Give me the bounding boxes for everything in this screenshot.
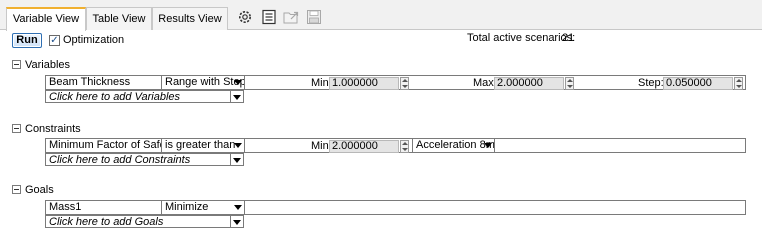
chevron-down-icon: [484, 143, 492, 148]
constraints-collapse-icon[interactable]: [12, 124, 21, 133]
chevron-down-icon: [233, 220, 241, 225]
chevron-down-icon: [233, 95, 241, 100]
tab-table-view[interactable]: Table View: [86, 7, 152, 30]
total-active-value: 21: [562, 32, 575, 44]
variables-collapse-icon[interactable]: [12, 60, 21, 69]
add-goal-row[interactable]: Click here to add Goals: [45, 215, 244, 228]
chevron-down-icon: [234, 205, 242, 210]
goal-row: Mass1 Minimize: [45, 200, 746, 215]
goals-header: Goals: [25, 184, 54, 196]
variables-header: Variables: [25, 59, 71, 71]
variable-min-field[interactable]: 1.000000: [329, 77, 399, 90]
goals-collapse-icon[interactable]: [12, 185, 21, 194]
add-constraint-row[interactable]: Click here to add Constraints: [45, 153, 244, 166]
add-constraint-label: Click here to add Constraints: [46, 154, 231, 165]
variable-step-field[interactable]: 0.050000: [663, 77, 733, 90]
goal-type-select[interactable]: Minimize: [162, 201, 245, 214]
export-icon[interactable]: [283, 8, 301, 26]
list-icon[interactable]: [260, 8, 278, 26]
add-variable-label: Click here to add Variables: [46, 91, 231, 102]
variable-step-spinner[interactable]: [734, 77, 743, 90]
chevron-down-icon: [233, 158, 241, 163]
tab-results-view[interactable]: Results View: [152, 7, 228, 30]
variable-type-select[interactable]: Range with Step: [162, 76, 245, 89]
gear-icon[interactable]: [236, 8, 254, 26]
constraints-header: Constraints: [25, 123, 81, 135]
optimization-label: Optimization: [63, 34, 125, 46]
optimization-checkbox[interactable]: ✓: [49, 35, 60, 46]
chevron-down-icon: [234, 80, 242, 85]
variable-type-value: Range with Step: [165, 76, 245, 88]
goal-type-value: Minimize: [165, 201, 209, 213]
constraint-min-field[interactable]: 2.000000: [329, 140, 399, 153]
run-button[interactable]: Run: [12, 33, 42, 48]
variable-name[interactable]: Beam Thickness: [46, 76, 162, 89]
variable-step-label: Step:: [638, 77, 664, 89]
variable-max-spinner[interactable]: [565, 77, 574, 90]
constraint-name[interactable]: Minimum Factor of Safety1: [46, 139, 162, 152]
goal-name[interactable]: Mass1: [46, 201, 162, 214]
save-icon[interactable]: [305, 8, 323, 26]
add-goal-label: Click here to add Goals: [46, 216, 231, 227]
total-active-label: Total active scenarios:: [467, 32, 576, 44]
chevron-down-icon: [234, 143, 242, 148]
tab-variable-view[interactable]: Variable View: [6, 7, 86, 31]
constraint-condition-value: is greater than: [165, 139, 236, 151]
variable-row: Beam Thickness Range with Step Min: 1.00…: [45, 75, 746, 90]
constraint-study-select[interactable]: Acceleration 8m: [412, 139, 495, 152]
tab-bar: Variable View Table View Results View: [0, 0, 762, 31]
constraint-condition-select[interactable]: is greater than: [162, 139, 245, 152]
constraint-min-spinner[interactable]: [400, 140, 409, 153]
add-variable-row[interactable]: Click here to add Variables: [45, 90, 244, 103]
constraint-row: Minimum Factor of Safety1 is greater tha…: [45, 138, 746, 153]
variable-min-spinner[interactable]: [400, 77, 409, 90]
variable-max-field[interactable]: 2.000000: [494, 77, 564, 90]
